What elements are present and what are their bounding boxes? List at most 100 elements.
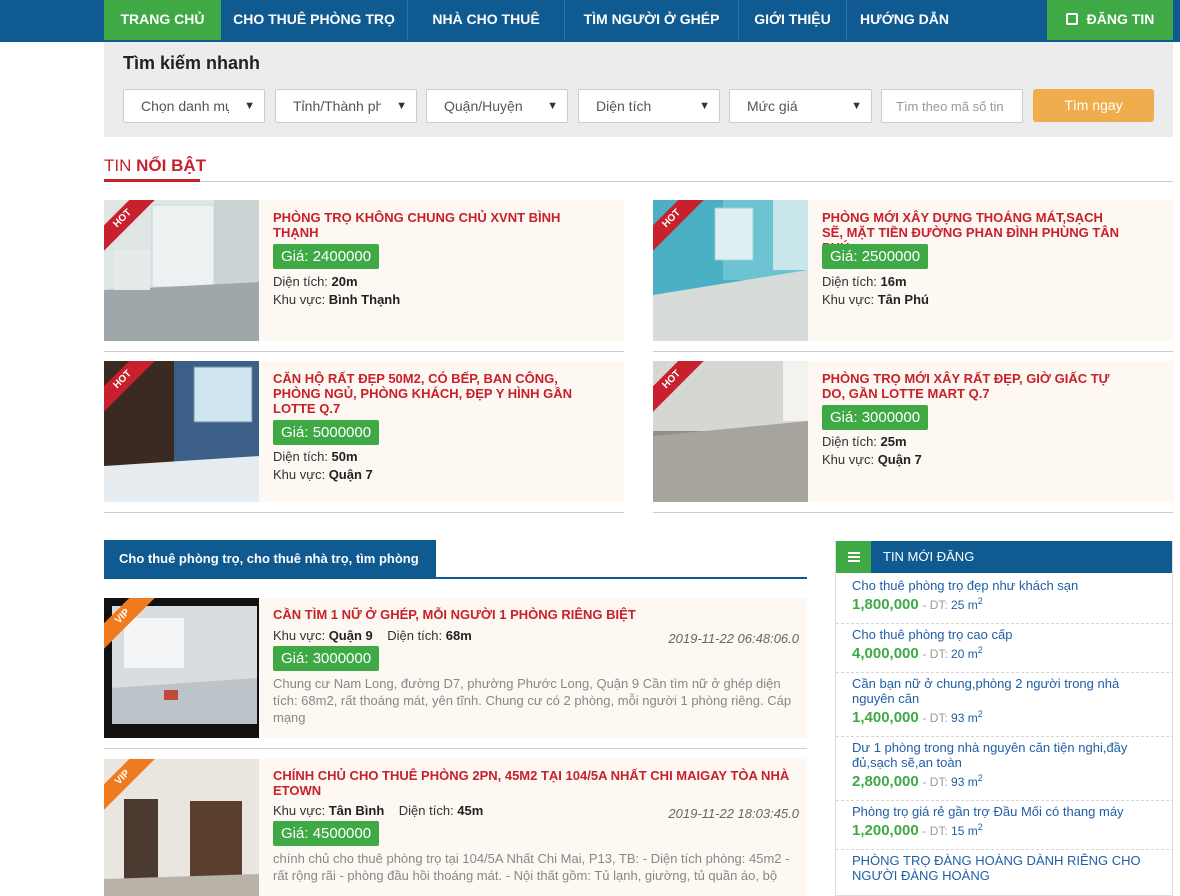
price-value: 5000000: [312, 424, 372, 441]
district-select[interactable]: Quận/Huyện ▼: [426, 89, 568, 123]
latest-post-item[interactable]: Dư 1 phòng trong nhà nguyên căn tiện ngh…: [836, 740, 1172, 801]
listing-photo[interactable]: VIP: [104, 598, 259, 738]
search-button[interactable]: Tìm ngay: [1033, 89, 1154, 122]
price-select[interactable]: Mức giá ▼: [729, 89, 872, 123]
post-listing-button[interactable]: ĐĂNG TIN: [1047, 0, 1173, 40]
listing-photo[interactable]: HOT: [653, 361, 808, 502]
latest-post-price: 2,800,000: [852, 773, 919, 790]
area-unit: m: [967, 775, 978, 789]
price-badge: Giá: 4500000: [273, 821, 380, 846]
chevron-down-icon: ▼: [851, 100, 862, 112]
quick-search-title: Tìm kiếm nhanh: [123, 53, 261, 73]
listing-card[interactable]: VIP CẦN TÌM 1 NỮ Ở GHÉP, MỖI NGƯỜI 1 PHÒ…: [104, 598, 807, 749]
listing-code-input[interactable]: [881, 89, 1023, 123]
listing-title[interactable]: PHÒNG TRỌ KHÔNG CHUNG CHỦ XVNT BÌNH THẠN…: [273, 210, 573, 240]
listing-title[interactable]: CĂN HỘ RẤT ĐẸP 50M2, CÓ BẾP, BAN CÔNG, P…: [273, 371, 573, 416]
area-label: Diện tích:: [387, 628, 443, 643]
nav-item-about[interactable]: GIỚI THIỆU: [739, 0, 846, 40]
card-divider: [653, 351, 1173, 352]
area-unit: m: [967, 598, 978, 612]
region-info: Khu vực: Quận 7: [273, 467, 373, 482]
latest-post-item[interactable]: PHÒNG TRỌ ĐÀNG HOÀNG DÀNH RIÊNG CHO NGƯỜ…: [836, 853, 1172, 895]
area-unit-sup: 2: [977, 596, 983, 606]
listing-title[interactable]: PHÒNG TRỌ MỚI XÂY RẤT ĐẸP, GIỜ GIẤC TỰ D…: [822, 371, 1122, 401]
price-prefix: Giá:: [281, 424, 309, 441]
area-value: 16m: [880, 274, 907, 289]
nav-item-houses[interactable]: NHÀ CHO THUÊ: [408, 0, 564, 40]
area-select[interactable]: Diện tích ▼: [578, 89, 720, 123]
region-info: Khu vực: Bình Thạnh: [273, 292, 400, 307]
price-value: 3000000: [861, 409, 921, 426]
latest-post-title[interactable]: Phòng trọ giá rẻ gần trợ Đầu Mối có than…: [852, 804, 1154, 819]
area-unit: m: [967, 824, 978, 838]
latest-post-title[interactable]: PHÒNG TRỌ ĐÀNG HOÀNG DÀNH RIÊNG CHO NGƯỜ…: [852, 853, 1154, 883]
latest-post-title[interactable]: Cho thuê phòng trọ cao cấp: [852, 627, 1154, 642]
area-unit: m: [967, 711, 978, 725]
nav-item-roommate[interactable]: TÌM NGƯỜI Ở GHÉP: [565, 0, 738, 40]
latest-post-title[interactable]: Dư 1 phòng trong nhà nguyên căn tiện ngh…: [852, 740, 1154, 770]
listing-title[interactable]: CẦN TÌM 1 NỮ Ở GHÉP, MỖI NGƯỜI 1 PHÒNG R…: [273, 607, 793, 622]
area-value: 45m: [457, 803, 484, 818]
dt-label: - DT:: [922, 598, 948, 612]
featured-card[interactable]: HOT PHÒNG MỚI XÂY DỰNG THOÁNG MÁT,SẠCH S…: [653, 200, 1173, 352]
listing-tab[interactable]: Cho thuê phòng trọ, cho thuê nhà trọ, tì…: [104, 540, 436, 604]
edit-icon: [1065, 13, 1078, 25]
region-label: Khu vực:: [822, 292, 875, 307]
featured-card[interactable]: HOT PHÒNG TRỌ KHÔNG CHUNG CHỦ XVNT BÌNH …: [104, 200, 624, 352]
region-value: Quận 7: [328, 467, 373, 482]
featured-card[interactable]: HOT CĂN HỘ RẤT ĐẸP 50M2, CÓ BẾP, BAN CÔN…: [104, 361, 624, 513]
listing-photo[interactable]: HOT: [653, 200, 808, 341]
area-value: 68m: [445, 628, 472, 643]
area-info: Diện tích: 50m: [273, 449, 358, 464]
listing-photo[interactable]: VIP: [104, 759, 259, 896]
region-value: Tân Phú: [877, 292, 929, 307]
nav-item-rooms[interactable]: CHO THUÊ PHÒNG TRỌ: [221, 0, 407, 40]
area-label: Diện tích:: [273, 274, 328, 289]
category-select[interactable]: Chọn danh mục ▼: [123, 89, 265, 123]
sidebar-header: TIN MỚI ĐĂNG: [836, 541, 1172, 573]
listing-card[interactable]: VIP CHÍNH CHỦ CHO THUÊ PHÒNG 2PN, 45M2 T…: [104, 759, 807, 896]
latest-post-meta: 1,800,000 - DT: 25 m2: [852, 596, 1154, 613]
listing-photo[interactable]: HOT: [104, 361, 259, 502]
sidebar-title: TIN MỚI ĐĂNG: [883, 549, 975, 564]
price-prefix: Giá:: [281, 248, 309, 265]
featured-card[interactable]: HOT PHÒNG TRỌ MỚI XÂY RẤT ĐẸP, GIỜ GIẤC …: [653, 361, 1173, 513]
latest-post-price: 1,200,000: [852, 822, 919, 839]
nav-item-home[interactable]: TRANG CHỦ: [104, 0, 221, 40]
latest-post-item[interactable]: Cho thuê phòng trọ cao cấp 4,000,000 - D…: [836, 627, 1172, 673]
card-divider: [653, 512, 1173, 513]
latest-post-item[interactable]: Cần bạn nữ ở chung,phòng 2 người trong n…: [836, 676, 1172, 737]
area-unit-sup: 2: [977, 645, 983, 655]
latest-post-area: 15: [951, 824, 965, 838]
main-nav: TRANG CHỦ CHO THUÊ PHÒNG TRỌ NHÀ CHO THU…: [0, 0, 1180, 42]
region-label: Khu vực:: [273, 803, 326, 818]
price-badge: Giá: 2500000: [822, 244, 929, 269]
latest-post-area: 93: [951, 775, 965, 789]
featured-section-title: TIN NỔI BẬT: [104, 156, 206, 176]
latest-post-price: 1,400,000: [852, 709, 919, 726]
menu-icon[interactable]: [836, 541, 871, 573]
chevron-down-icon: ▼: [244, 100, 255, 112]
listing-title[interactable]: CHÍNH CHỦ CHO THUÊ PHÒNG 2PN, 45M2 TẠI 1…: [273, 768, 793, 798]
latest-post-item[interactable]: Phòng trọ giá rẻ gần trợ Đầu Mối có than…: [836, 804, 1172, 850]
post-date: 2019-11-22 18:03:45.0: [668, 806, 799, 821]
region-label: Khu vực:: [273, 467, 326, 482]
price-value: 2400000: [312, 248, 372, 265]
price-badge: Giá: 3000000: [822, 405, 929, 430]
latest-post-title[interactable]: Cho thuê phòng trọ đẹp như khách sạn: [852, 578, 1154, 593]
latest-post-item[interactable]: Cho thuê phòng trọ đẹp như khách sạn 1,8…: [836, 578, 1172, 624]
listing-photo[interactable]: HOT: [104, 200, 259, 341]
latest-post-title[interactable]: Cần bạn nữ ở chung,phòng 2 người trong n…: [852, 676, 1154, 706]
region-label: Khu vực:: [273, 628, 326, 643]
card-divider: [104, 512, 624, 513]
price-value: 2500000: [861, 248, 921, 265]
area-label: Diện tích:: [822, 274, 877, 289]
area-unit-sup: 2: [977, 709, 983, 719]
nav-item-guide[interactable]: HƯỚNG DẪN: [847, 0, 962, 40]
dt-label: - DT:: [922, 647, 948, 661]
price-prefix: Giá:: [281, 825, 309, 842]
price-prefix: Giá:: [830, 248, 858, 265]
area-info: Diện tích: 25m: [822, 434, 907, 449]
region-info: Khu vực: Quận 7: [822, 452, 922, 467]
province-select[interactable]: Tỉnh/Thành phố ▼: [275, 89, 417, 123]
